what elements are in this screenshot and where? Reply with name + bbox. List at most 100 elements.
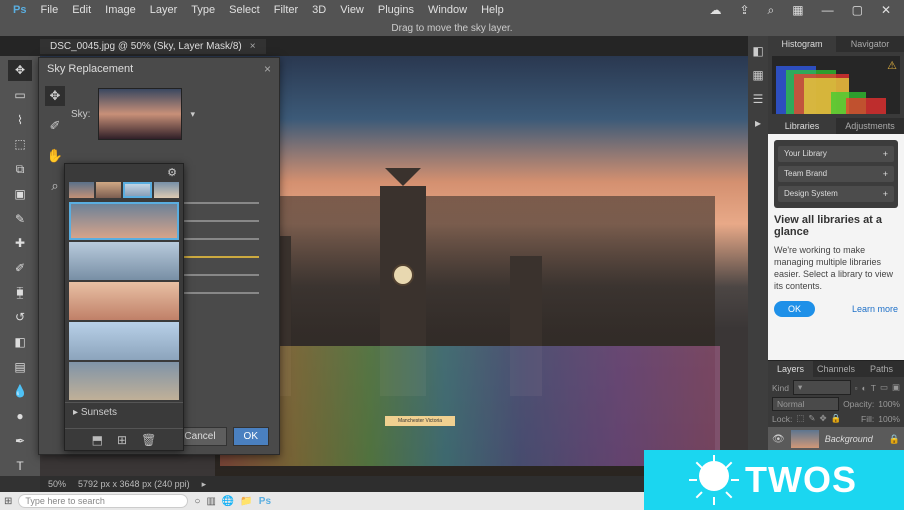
workspace-icon[interactable]: ▦ <box>787 2 808 19</box>
preset-mini-thumb-selected[interactable] <box>123 182 152 198</box>
dodge-tool[interactable]: ● <box>8 406 32 427</box>
dialog-zoom-tool[interactable]: ⌕ <box>45 176 65 196</box>
filter-type-icon[interactable]: T <box>871 383 876 393</box>
preset-folder[interactable]: Sunsets <box>65 402 183 422</box>
preset-mini-thumb[interactable] <box>69 182 94 198</box>
menu-layer[interactable]: Layer <box>145 3 183 17</box>
search-icon[interactable]: ⌕ <box>763 2 780 19</box>
healing-tool[interactable]: ✚ <box>8 233 32 254</box>
tab-histogram[interactable]: Histogram <box>768 36 836 52</box>
add-icon[interactable]: + <box>883 149 888 159</box>
filter-smart-icon[interactable]: ▣ <box>892 382 900 393</box>
blend-mode-select[interactable]: Normal <box>772 397 839 411</box>
lock-pixel-icon[interactable]: ✎ <box>808 413 815 424</box>
menu-select[interactable]: Select <box>224 3 265 17</box>
dialog-brush-tool[interactable]: ✐ <box>45 116 65 136</box>
layer-row[interactable]: 👁 Background 🔒 <box>768 427 904 451</box>
zoom-level[interactable]: 50% <box>48 479 66 489</box>
layer-thumbnail[interactable] <box>791 430 819 448</box>
properties-panel-icon[interactable]: ☰ <box>751 92 765 106</box>
menu-type[interactable]: Type <box>186 3 220 17</box>
crop-tool[interactable]: ⧉ <box>8 159 32 180</box>
swatches-panel-icon[interactable]: ▦ <box>751 68 765 82</box>
filter-pixel-icon[interactable]: ▫ <box>855 383 858 393</box>
taskbar-app-icon[interactable]: 📁 <box>240 496 252 507</box>
type-tool[interactable]: T <box>8 455 32 476</box>
marquee-tool[interactable]: ▭ <box>8 85 32 106</box>
stamp-tool[interactable]: ⧯ <box>8 282 32 303</box>
menu-filter[interactable]: Filter <box>269 3 303 17</box>
preset-mini-thumb[interactable] <box>96 182 121 198</box>
tab-navigator[interactable]: Navigator <box>836 36 904 52</box>
add-icon[interactable]: + <box>883 189 888 199</box>
lock-icon[interactable]: 🔒 <box>889 434 900 445</box>
dialog-move-tool[interactable]: ✥ <box>45 86 65 106</box>
taskbar-photoshop-icon[interactable]: Ps <box>259 496 271 507</box>
blur-tool[interactable]: 💧 <box>8 381 32 402</box>
menu-edit[interactable]: Edit <box>67 3 96 17</box>
learn-more-link[interactable]: Learn more <box>852 304 898 314</box>
menu-window[interactable]: Window <box>423 3 472 17</box>
taskbar-search[interactable]: Type here to search <box>18 494 188 508</box>
add-icon[interactable]: + <box>883 169 888 179</box>
menu-plugins[interactable]: Plugins <box>373 3 419 17</box>
preset-mini-thumb[interactable] <box>154 182 179 198</box>
lock-full-icon[interactable]: 🔒 <box>831 413 842 424</box>
sky-thumbnail[interactable] <box>98 88 182 140</box>
cloud-icon[interactable]: ☁ <box>704 2 726 19</box>
tab-adjustments[interactable]: Adjustments <box>836 118 904 134</box>
frame-tool[interactable]: ▣ <box>8 184 32 205</box>
eraser-tool[interactable]: ◧ <box>8 332 32 353</box>
preset-thumb-selected[interactable] <box>69 202 179 240</box>
menu-help[interactable]: Help <box>476 3 509 17</box>
brush-tool[interactable]: ✐ <box>8 258 32 279</box>
window-minimize-icon[interactable]: — <box>817 2 839 19</box>
collapse-panel-icon[interactable]: ▸ <box>751 116 765 130</box>
lock-all-icon[interactable]: ⬚ <box>796 413 804 424</box>
tab-layers[interactable]: Layers <box>768 361 813 377</box>
pen-tool[interactable]: ✒ <box>8 431 32 452</box>
preset-thumb[interactable] <box>69 322 179 360</box>
window-maximize-icon[interactable]: ▢ <box>847 2 868 19</box>
menu-image[interactable]: Image <box>100 3 141 17</box>
layer-filter-select[interactable]: ▾ <box>793 380 851 395</box>
fill-value[interactable]: 100% <box>878 414 900 424</box>
dialog-hand-tool[interactable]: ✋ <box>45 146 65 166</box>
start-icon[interactable]: ⊞ <box>4 496 12 507</box>
move-tool[interactable]: ✥ <box>8 60 32 81</box>
share-icon[interactable]: ⇪ <box>734 2 754 19</box>
close-tab-icon[interactable]: × <box>250 41 256 52</box>
taskbar-taskview-icon[interactable]: ▥ <box>206 496 215 507</box>
taskbar-app-icon[interactable]: 🌐 <box>222 496 234 507</box>
color-panel-icon[interactable]: ◧ <box>751 44 765 58</box>
library-row[interactable]: Design System+ <box>778 186 894 202</box>
lasso-tool[interactable]: ⌇ <box>8 109 32 130</box>
preset-thumb[interactable] <box>69 362 179 400</box>
opacity-value[interactable]: 100% <box>878 399 900 409</box>
eyedropper-tool[interactable]: ✎ <box>8 208 32 229</box>
tab-libraries[interactable]: Libraries <box>768 118 836 134</box>
gradient-tool[interactable]: ▤ <box>8 356 32 377</box>
menu-3d[interactable]: 3D <box>307 3 331 17</box>
taskbar-cortana-icon[interactable]: ○ <box>194 496 200 507</box>
preset-thumb[interactable] <box>69 242 179 280</box>
library-row[interactable]: Your Library+ <box>778 146 894 162</box>
libraries-ok-button[interactable]: OK <box>774 301 815 317</box>
menu-file[interactable]: File <box>35 3 63 17</box>
chevron-right-icon[interactable]: ▸ <box>202 479 207 490</box>
menu-view[interactable]: View <box>335 3 369 17</box>
new-preset-icon[interactable]: ⊞ <box>117 433 127 447</box>
history-brush-tool[interactable]: ↺ <box>8 307 32 328</box>
filter-shape-icon[interactable]: ▭ <box>880 382 888 393</box>
document-tab[interactable]: DSC_0045.jpg @ 50% (Sky, Layer Mask/8) × <box>40 39 266 54</box>
chevron-down-icon[interactable]: ▾ <box>190 109 195 120</box>
lock-position-icon[interactable]: ✥ <box>819 413 826 424</box>
ok-button[interactable]: OK <box>233 427 269 446</box>
dialog-close-icon[interactable]: × <box>264 62 271 76</box>
window-close-icon[interactable]: ✕ <box>876 2 896 19</box>
tab-channels[interactable]: Channels <box>813 361 859 377</box>
selection-tool[interactable]: ⬚ <box>8 134 32 155</box>
gear-icon[interactable]: ⚙ <box>167 166 177 179</box>
delete-preset-icon[interactable]: 🗑 <box>141 433 156 447</box>
visibility-icon[interactable]: 👁 <box>772 434 785 445</box>
